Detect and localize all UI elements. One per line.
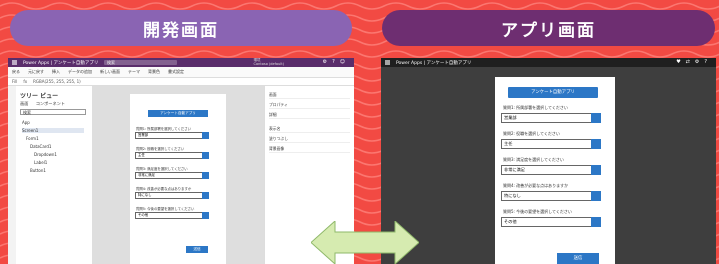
tab-components[interactable]: コンポーネント: [36, 101, 65, 106]
chevron-down-icon[interactable]: [591, 191, 601, 201]
player-actions[interactable]: ♥⇄⚙?: [676, 59, 712, 65]
answer-dropdown[interactable]: その他: [135, 212, 209, 219]
tree-node[interactable]: Label1: [34, 160, 47, 165]
tree-node[interactable]: App: [22, 120, 30, 125]
question-label: 質問1: 所属部署を選択してください: [503, 105, 568, 110]
form-title: アンケート自動アプリ: [148, 110, 208, 117]
ribbon-undo[interactable]: 元に戻す: [28, 69, 44, 75]
question-label: 質問5: 今後の要望を選択してください: [503, 209, 572, 214]
studio-search-input[interactable]: 検索: [104, 60, 177, 65]
running-app-screen: アンケート自動アプリ 質問1: 所属部署を選択してください 営業部 質問2: 役…: [495, 77, 615, 264]
question-label: 質問4: 改善が必要な点はありますか: [503, 183, 569, 188]
chevron-down-icon[interactable]: [202, 192, 209, 199]
ribbon-background[interactable]: 背景色: [148, 69, 160, 75]
answer-dropdown[interactable]: 主任: [501, 139, 601, 149]
submit-button[interactable]: 送信: [186, 246, 208, 253]
question-label: 質問2: 役職を選択してください: [503, 131, 560, 136]
double-arrow-icon: [311, 221, 419, 264]
form-title: アンケート自動アプリ: [508, 87, 598, 98]
tree-node[interactable]: DataCard1: [30, 144, 51, 149]
player-titlebar: Power Apps | アンケート自動アプリ ♥⇄⚙?: [381, 58, 716, 67]
property-row[interactable]: 表示名: [269, 126, 350, 133]
tree-view-panel: ツリー ビュー 画面 コンポーネント 検索 App Screen1 Form1 …: [16, 86, 93, 264]
answer-dropdown[interactable]: 非常に満足: [135, 172, 209, 179]
question-label: 質問4: 改善が必要な点はありますか: [136, 187, 192, 191]
question-label: 質問3: 満足度を選択してください: [136, 167, 188, 171]
answer-dropdown[interactable]: 特になし: [501, 191, 601, 201]
question-label: 質問2: 役職を選択してください: [136, 147, 185, 151]
chevron-down-icon[interactable]: [202, 212, 209, 219]
player-app-title: Power Apps | アンケート自動アプリ: [396, 60, 472, 66]
chevron-down-icon[interactable]: [591, 139, 601, 149]
property-row[interactable]: 詳細: [269, 112, 350, 119]
titlebar-actions[interactable]: ⚙?☺: [323, 59, 350, 65]
ribbon-insert[interactable]: 挿入: [52, 69, 60, 75]
dev-screenshot: Power Apps | アンケート自動アプリ 検索 環境 Contoso (de…: [8, 58, 354, 264]
design-canvas: アンケート自動アプリ 質問1: 所属部署を選択してください 営業部 質問2: 役…: [92, 86, 264, 264]
studio-titlebar: Power Apps | アンケート自動アプリ 検索 環境 Contoso (de…: [8, 58, 354, 67]
ribbon-back[interactable]: 戻る: [12, 69, 20, 75]
question-label: 質問3: 満足度を選択してください: [503, 157, 564, 162]
ribbon-new-screen[interactable]: 新しい画面: [100, 69, 120, 75]
answer-dropdown[interactable]: 営業部: [501, 113, 601, 123]
property-row: 画面: [269, 92, 350, 99]
app-screenshot: Power Apps | アンケート自動アプリ ♥⇄⚙? アンケート自動アプリ …: [381, 58, 716, 264]
ribbon-theme[interactable]: テーマ: [128, 69, 140, 75]
answer-dropdown[interactable]: 特になし: [135, 192, 209, 199]
tab-screens[interactable]: 画面: [20, 101, 28, 106]
app-launcher-icon[interactable]: [12, 60, 17, 65]
tree-view-tabs: 画面 コンポーネント: [20, 101, 65, 107]
ribbon-add-data[interactable]: データの追加: [68, 69, 92, 75]
formula-expression[interactable]: RGBA(255, 255, 255, 1): [33, 79, 81, 84]
environment-indicator: 環境 Contoso (default): [253, 58, 284, 66]
property-row[interactable]: 塗りつぶし: [269, 136, 350, 143]
formula-bar[interactable]: Fill fx RGBA(255, 255, 255, 1): [8, 78, 354, 86]
chevron-down-icon[interactable]: [202, 132, 209, 139]
tree-view-title: ツリー ビュー: [20, 93, 59, 100]
question-label: 質問5: 今後の要望を選択してください: [136, 207, 195, 211]
answer-dropdown[interactable]: 主任: [135, 152, 209, 159]
dev-screen-header: 開発画面: [10, 10, 352, 46]
tree-node[interactable]: Form1: [26, 136, 39, 141]
answer-dropdown[interactable]: 営業部: [135, 132, 209, 139]
command-ribbon: 戻る 元に戻す 挿入 データの追加 新しい画面 テーマ 背景色 書式設定: [8, 67, 354, 78]
tree-node[interactable]: Dropdown1: [34, 152, 57, 157]
chevron-down-icon[interactable]: [591, 217, 601, 227]
app-screen-header: アプリ画面: [382, 10, 715, 46]
chevron-down-icon[interactable]: [202, 152, 209, 159]
answer-dropdown[interactable]: 非常に満足: [501, 165, 601, 175]
property-row[interactable]: 背景画像: [269, 146, 350, 153]
tree-node[interactable]: Button1: [30, 168, 46, 173]
ribbon-format[interactable]: 書式設定: [168, 69, 184, 75]
chevron-down-icon[interactable]: [591, 165, 601, 175]
submit-button[interactable]: 送信: [557, 253, 599, 264]
app-launcher-icon[interactable]: [385, 60, 390, 65]
question-label: 質問1: 所属部署を選択してください: [136, 127, 192, 131]
formula-property[interactable]: Fill: [12, 79, 17, 84]
fx-icon: fx: [23, 79, 28, 84]
stage: 開発画面 アプリ画面 Power Apps | アンケート自動アプリ 検索 環境…: [0, 0, 719, 264]
canvas-screen[interactable]: アンケート自動アプリ 質問1: 所属部署を選択してください 営業部 質問2: 役…: [130, 94, 226, 264]
property-row[interactable]: プロパティ: [269, 102, 350, 109]
tree-search-input[interactable]: 検索: [20, 109, 86, 115]
studio-app-title: Power Apps | アンケート自動アプリ: [23, 60, 99, 66]
chevron-down-icon[interactable]: [591, 113, 601, 123]
chevron-down-icon[interactable]: [202, 172, 209, 179]
tree-node[interactable]: Screen1: [22, 128, 84, 133]
answer-dropdown[interactable]: その他: [501, 217, 601, 227]
